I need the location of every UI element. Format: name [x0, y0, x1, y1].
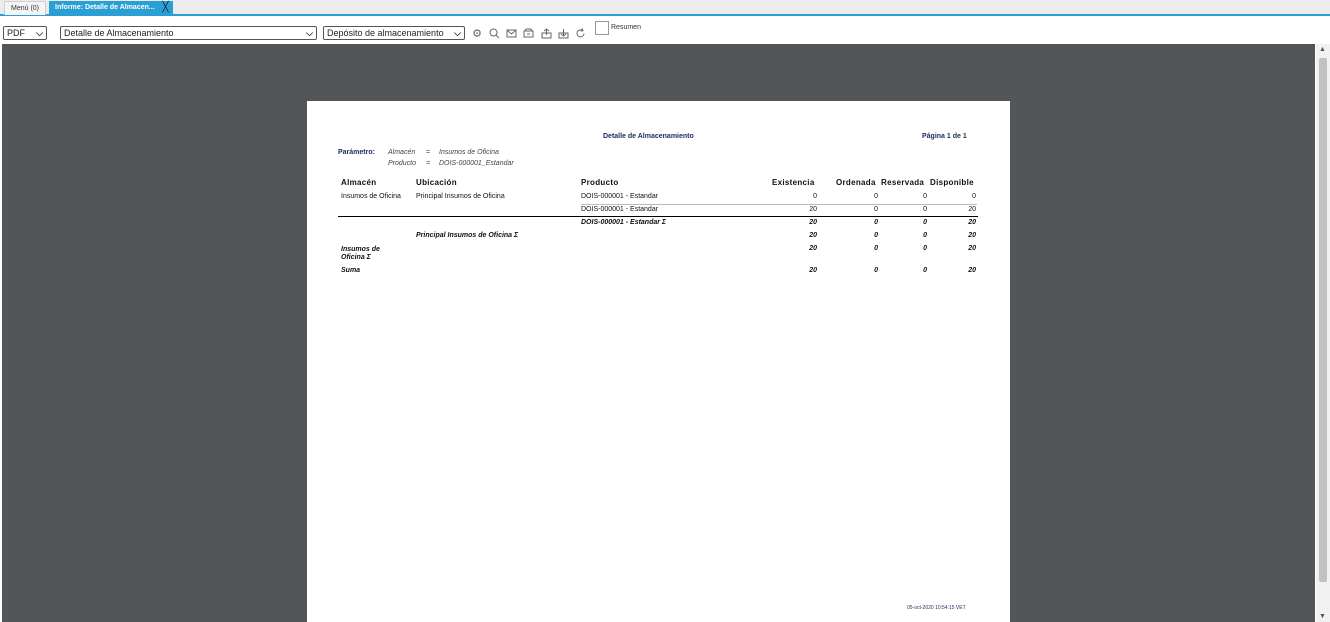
column-header: Ordenada [836, 178, 876, 187]
param-eq: = [426, 149, 431, 156]
format-select-value: PDF [7, 28, 25, 38]
subtotal-location-label: Principal Insumos de Oficina Σ [416, 232, 519, 239]
table-cell: 20 [968, 245, 976, 252]
subtotal-product-label: DOIS-000001 - Estandar Σ [581, 219, 667, 226]
view-select-value: Depósito de almacenamiento [327, 28, 444, 38]
refresh-icon[interactable] [574, 28, 586, 40]
chevron-down-icon: ⌵ [454, 28, 461, 38]
archive-icon[interactable] [522, 28, 534, 40]
table-cell: 0 [923, 206, 927, 213]
search-icon[interactable] [488, 28, 500, 40]
table-cell: 20 [809, 219, 817, 226]
tab-report-label: Informe: Detalle de Almacen... [55, 4, 155, 11]
parameter-label: Parámetro: [338, 149, 375, 156]
report-select-value: Detalle de Almacenamiento [64, 28, 174, 38]
table-cell: 0 [874, 267, 878, 274]
view-select[interactable]: Depósito de almacenamiento ⌵ [323, 26, 465, 40]
column-header: Ubicación [416, 178, 457, 187]
table-cell: Insumos de Oficina [341, 193, 401, 200]
param-name: Producto [388, 160, 417, 167]
scrollbar-thumb[interactable] [1319, 58, 1327, 582]
column-header: Almacén [341, 178, 377, 187]
table-cell: 20 [809, 267, 817, 274]
report-title: Detalle de Almacenamiento [603, 133, 694, 140]
tab-bar: Menú (0) Informe: Detalle de Almacen... … [0, 0, 1330, 16]
table-cell: 0 [874, 219, 878, 226]
format-select[interactable]: PDF ⌵ [3, 26, 47, 40]
report-toolbar: PDF ⌵ Detalle de Almacenamiento ⌵ Depósi… [0, 18, 1330, 44]
table-cell: Principal Insumos de Oficina [416, 193, 505, 200]
table-cell: 0 [813, 193, 817, 200]
param-value: Insumos de Oficina [439, 149, 499, 156]
summary-checkbox[interactable] [595, 21, 609, 35]
download-icon[interactable] [557, 28, 569, 40]
scroll-up-icon[interactable]: ▲ [1319, 46, 1326, 53]
export-icon[interactable] [540, 28, 552, 40]
page-number: Página 1 de 1 [922, 133, 967, 140]
tab-menu[interactable]: Menú (0) [4, 1, 46, 15]
table-cell: 20 [968, 232, 976, 239]
chevron-down-icon: ⌵ [36, 28, 43, 38]
table-cell: 0 [923, 232, 927, 239]
param-name: Almacén [388, 149, 416, 156]
subtotal-warehouse-label: Insumos de [341, 246, 380, 253]
table-cell: DOIS-000001 - Estandar [581, 206, 659, 213]
param-value: DOIS-000001_Estandar [439, 160, 514, 167]
table-cell: 0 [874, 232, 878, 239]
table-cell: DOIS-000001 - Estandar [581, 193, 659, 200]
scroll-down-icon[interactable]: ▼ [1319, 613, 1326, 620]
table-cell: 0 [874, 193, 878, 200]
table-cell: 0 [923, 219, 927, 226]
subtotal-warehouse-label: Oficina Σ [341, 254, 371, 261]
footer-timestamp: 05-oct-2020 10:54:15 VET [907, 605, 966, 611]
table-cell: 0 [972, 193, 976, 200]
table-cell: 20 [809, 245, 817, 252]
table-cell: 0 [874, 245, 878, 252]
tab-menu-label: Menú (0) [11, 5, 40, 12]
table-cell: 20 [968, 206, 976, 213]
param-eq: = [426, 160, 431, 167]
total-label: Suma [341, 267, 361, 274]
summary-label: Resumen [611, 24, 641, 31]
chevron-down-icon: ⌵ [306, 28, 313, 38]
close-icon[interactable]: ╳ [160, 2, 171, 13]
table-cell: 20 [809, 206, 817, 213]
table-cell: 0 [923, 267, 927, 274]
table-cell: 0 [923, 245, 927, 252]
column-header: Producto [581, 178, 619, 187]
column-header: Disponible [930, 178, 974, 187]
table-cell: 20 [968, 267, 976, 274]
settings-icon[interactable]: ⚙ [471, 28, 483, 40]
row-divider [581, 204, 977, 205]
report-page: Detalle de Almacenamiento Página 1 de 1 … [307, 101, 1010, 622]
column-header: Existencia [772, 178, 815, 187]
send-mail-icon[interactable] [505, 28, 517, 40]
subtotal-divider [338, 216, 978, 217]
table-cell: 0 [923, 193, 927, 200]
report-select[interactable]: Detalle de Almacenamiento ⌵ [60, 26, 317, 40]
column-header: Reservada [881, 178, 925, 187]
table-cell: 20 [809, 232, 817, 239]
table-cell: 0 [874, 206, 878, 213]
table-cell: 20 [968, 219, 976, 226]
tab-report[interactable]: Informe: Detalle de Almacen... ╳ [49, 1, 173, 15]
viewer-scrollbar[interactable]: ▲ ▼ [1316, 44, 1330, 622]
